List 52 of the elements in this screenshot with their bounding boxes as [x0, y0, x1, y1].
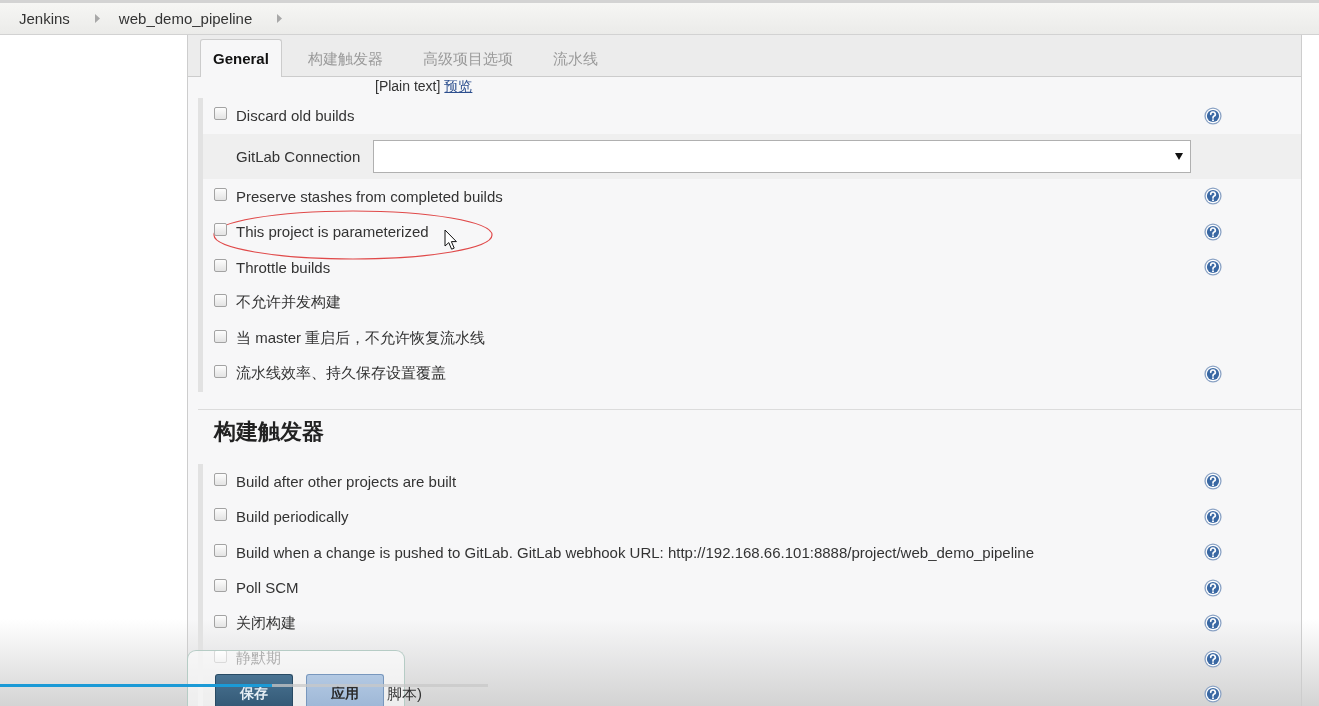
checkbox[interactable]: [214, 365, 227, 379]
checkbox[interactable]: [214, 329, 227, 343]
checkbox[interactable]: [214, 614, 227, 628]
breadcrumb-link[interactable]: web_demo_pipeline: [118, 10, 253, 27]
checkbox[interactable]: [214, 107, 227, 121]
option-label: 静默期: [236, 649, 281, 669]
checkbox[interactable]: [214, 472, 227, 486]
help-icon[interactable]: [1204, 258, 1222, 277]
option-label: Build when a change is pushed to GitLab. GitLab webhook URL: http://192.168.66.101:8888/project/web_demo_pipeline: [236, 543, 1035, 561]
help-icon[interactable]: [1204, 106, 1222, 125]
checkbox[interactable]: [214, 223, 227, 237]
checkbox[interactable]: [214, 294, 227, 308]
help-icon[interactable]: [1204, 364, 1222, 383]
help-icon[interactable]: [1204, 578, 1222, 597]
option-label: This project is parameterized: [236, 223, 429, 241]
checkbox[interactable]: [214, 508, 227, 522]
help-icon[interactable]: [1204, 649, 1222, 668]
format-label: [Plain text]: [375, 78, 441, 94]
option-label: 当 master 重启后，不允许恢复流水线: [236, 328, 486, 348]
option-label: Build after other projects are built: [236, 472, 457, 490]
section-heading: 构建触发器: [214, 418, 324, 445]
option-label: Discard old builds: [236, 107, 355, 125]
help-icon[interactable]: [1204, 187, 1222, 206]
checkbox[interactable]: [214, 650, 227, 664]
option-label: 脚本): [387, 684, 422, 704]
checkbox[interactable]: [214, 579, 227, 593]
help-icon[interactable]: [1204, 507, 1222, 526]
help-icon[interactable]: [1204, 543, 1222, 562]
caret-icon: [277, 14, 283, 23]
option-label: Build periodically: [236, 508, 349, 526]
gitlab-connection-select[interactable]: [373, 139, 1191, 173]
checkbox[interactable]: [214, 543, 227, 557]
checkbox[interactable]: [214, 187, 227, 201]
option-label: 关闭构建: [236, 613, 296, 633]
checkbox[interactable]: [214, 258, 227, 272]
option-label: Poll SCM: [236, 579, 299, 597]
option-label: 不允许并发构建: [236, 293, 341, 313]
option-label: Preserve stashes from completed builds: [236, 187, 503, 205]
cursor-icon: [444, 229, 458, 251]
field-label: GitLab Connection: [236, 147, 361, 165]
help-icon[interactable]: [1204, 472, 1222, 491]
caret-icon: [94, 14, 100, 23]
preview-link[interactable]: 预览: [444, 78, 473, 94]
option-label: Throttle builds: [236, 258, 331, 276]
breadcrumb-link[interactable]: Jenkins: [19, 10, 70, 27]
option-label: 流水线效率、持久保存设置覆盖: [236, 364, 446, 384]
tab[interactable]: General: [200, 39, 282, 77]
help-icon[interactable]: [1204, 222, 1222, 241]
caret-icon: [1175, 152, 1183, 160]
help-icon[interactable]: [1204, 685, 1222, 704]
seek-bar[interactable]: [0, 684, 488, 687]
help-icon[interactable]: [1204, 614, 1222, 633]
